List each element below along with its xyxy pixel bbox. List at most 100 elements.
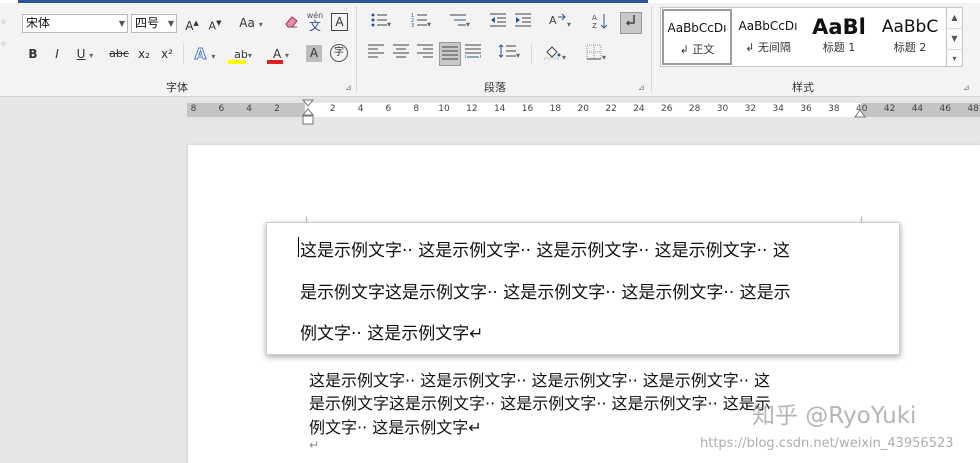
font-name-select[interactable]: 宋体 ▼ <box>22 14 128 33</box>
justify-button[interactable] <box>439 42 461 66</box>
style-heading-1[interactable]: AaBl 标题 1 <box>804 9 874 65</box>
clipboard-edge-icon[interactable]: ◦ <box>0 12 7 32</box>
align-center-button[interactable] <box>392 44 410 64</box>
chevron-down-icon: ▾ <box>258 20 263 29</box>
font-dialog-launcher-icon[interactable]: ⊿ <box>345 84 352 92</box>
line-spacing-button[interactable]: ▾ <box>493 44 525 64</box>
ruler-tick-label: 42 <box>883 104 896 114</box>
bold-label: B <box>28 47 38 61</box>
change-case-label: Aa <box>239 16 255 30</box>
sort-button[interactable]: AZ <box>590 13 610 33</box>
chevron-down-icon: ▾ <box>515 51 520 60</box>
paragraph-dialog-launcher-icon[interactable]: ⊿ <box>638 84 645 92</box>
strikethrough-button[interactable]: abc <box>108 44 130 64</box>
enclose-characters-button[interactable]: 字 <box>330 44 348 62</box>
format-painter-edge-icon[interactable]: ◦ <box>0 34 7 54</box>
style-heading-2[interactable]: AaBbC 标题 2 <box>875 9 945 65</box>
superscript-button[interactable]: x² <box>159 44 175 64</box>
gallery-more-icon[interactable]: ▾ <box>947 50 962 68</box>
bullets-icon <box>371 13 387 27</box>
watermark-url: https://blog.csdn.net/weixin_43956523 <box>700 436 954 451</box>
style-normal[interactable]: AaBbCcDı ↲ 正文 <box>662 9 732 65</box>
font-color-bar <box>267 60 283 64</box>
ruler-tick-label: 38 <box>828 104 840 114</box>
ruler-tick-label: 30 <box>716 104 729 114</box>
chinese-layout-button[interactable]: A ▾ <box>545 13 575 33</box>
distributed-align-button[interactable] <box>464 44 482 64</box>
chevron-down-icon: ▾ <box>285 51 290 60</box>
ribbon: ◦ ◦ 宋体 ▼ 四号 ▼ A▲ A▼ Aa ▾ wén 文 A B I U ▾… <box>0 0 980 97</box>
chevron-down-icon: ▾ <box>89 51 94 60</box>
bullets-button[interactable]: ▾ <box>367 13 395 33</box>
styles-dialog-launcher-icon[interactable]: ⊿ <box>963 84 970 92</box>
bold-button[interactable]: B <box>26 44 40 64</box>
align-left-button[interactable] <box>367 44 385 64</box>
indent-markers-icon[interactable] <box>302 99 314 127</box>
chevron-down-icon: ▾ <box>247 51 252 60</box>
style-no-spacing[interactable]: AaBbCcDı ↲ 无间隔 <box>733 9 803 65</box>
change-case-button[interactable]: Aa ▾ <box>236 13 266 33</box>
subscript-label: x₂ <box>138 47 150 61</box>
ruler-tick-label: 4 <box>246 104 253 114</box>
text-effects-button[interactable]: A ▾ <box>192 44 218 64</box>
chevron-down-icon: ▾ <box>566 20 571 29</box>
style-normal-preview: AaBbCcDı <box>667 21 727 35</box>
styles-gallery: AaBbCcDı ↲ 正文 AaBbCcDı ↲ 无间隔 AaBl 标题 1 A… <box>660 7 947 67</box>
increase-indent-button[interactable] <box>513 13 533 33</box>
superscript-label: x² <box>161 47 173 61</box>
multilevel-list-button[interactable]: ▾ <box>446 13 474 33</box>
style-normal-name: ↲ 正文 <box>679 43 715 56</box>
numbering-button[interactable]: 1 2 3 ▾ <box>407 13 435 33</box>
style-heading-2-name: 标题 2 <box>893 41 927 54</box>
gallery-scroll-up-icon[interactable]: ▲ <box>947 8 962 29</box>
textbox-line: 例文字·· 这是示例文字↵ <box>300 324 484 344</box>
italic-button[interactable]: I <box>50 44 64 64</box>
multilevel-list-icon <box>449 14 466 26</box>
align-right-button[interactable] <box>416 44 434 64</box>
numbering-icon: 123 <box>411 13 427 29</box>
paragraph-mark-icon <box>625 15 635 26</box>
grow-font-button[interactable]: A▲ <box>184 13 200 33</box>
underline-button[interactable]: U ▾ <box>72 44 98 64</box>
text-cursor <box>298 237 299 257</box>
watermark-logo: 知乎 @RyoYuki <box>752 403 917 429</box>
group-divider <box>651 6 652 92</box>
borders-icon <box>586 44 602 60</box>
ruler-tick-label: 6 <box>385 104 392 114</box>
chevron-down-icon: ▾ <box>465 20 470 29</box>
font-name-value: 宋体 <box>26 16 51 30</box>
ruler-tick-label: 20 <box>577 104 589 114</box>
empty-paragraph-mark: ↵ <box>309 438 320 452</box>
ruler-tick-label: 22 <box>605 104 617 114</box>
font-group-label: 字体 <box>166 81 188 94</box>
show-formatting-marks-button[interactable] <box>620 12 642 34</box>
shrink-font-button[interactable]: A▼ <box>207 13 223 33</box>
style-no-spacing-preview: AaBbCcDı <box>738 19 798 33</box>
font-color-button[interactable]: A ▾ <box>266 44 296 64</box>
clear-formatting-button[interactable] <box>283 13 299 33</box>
style-heading-2-preview: AaBbC <box>881 17 939 37</box>
body-line: 这是示例文字·· 这是示例文字·· 这是示例文字·· 这是示例文字·· 这 <box>309 371 771 390</box>
ruler-tick-label: 12 <box>466 104 478 114</box>
styles-gallery-scroller: ▲ ▼ ▾ <box>947 7 963 67</box>
character-border-button[interactable]: A <box>331 13 348 31</box>
character-shading-button[interactable]: A <box>306 45 322 62</box>
ruler-tick-label: 2 <box>274 104 280 114</box>
gallery-scroll-down-icon[interactable]: ▼ <box>947 29 962 50</box>
subscript-button[interactable]: x₂ <box>136 44 152 64</box>
body-line: 例文字·· 这是示例文字↵ <box>309 418 482 437</box>
textbox-line: 是示例文字这是示例文字·· 这是示例文字·· 这是示例文字·· 这是示 <box>300 283 791 303</box>
svg-text:A: A <box>592 14 597 22</box>
font-size-select[interactable]: 四号 ▼ <box>131 14 177 33</box>
shading-button[interactable]: ▾ <box>539 44 571 64</box>
chevron-down-icon: ▾ <box>211 52 216 61</box>
ruler-tick-label: 2 <box>329 104 336 114</box>
right-indent-marker-icon[interactable] <box>854 109 866 119</box>
borders-button[interactable]: ▾ <box>580 44 612 64</box>
justify-icon <box>442 46 458 60</box>
decrease-indent-button[interactable] <box>488 13 508 33</box>
align-left-icon <box>368 44 384 58</box>
highlight-color-button[interactable]: ab▾ <box>228 44 258 64</box>
phonetic-guide-button[interactable]: wén 文 <box>305 11 325 32</box>
line-spacing-icon <box>498 44 516 58</box>
